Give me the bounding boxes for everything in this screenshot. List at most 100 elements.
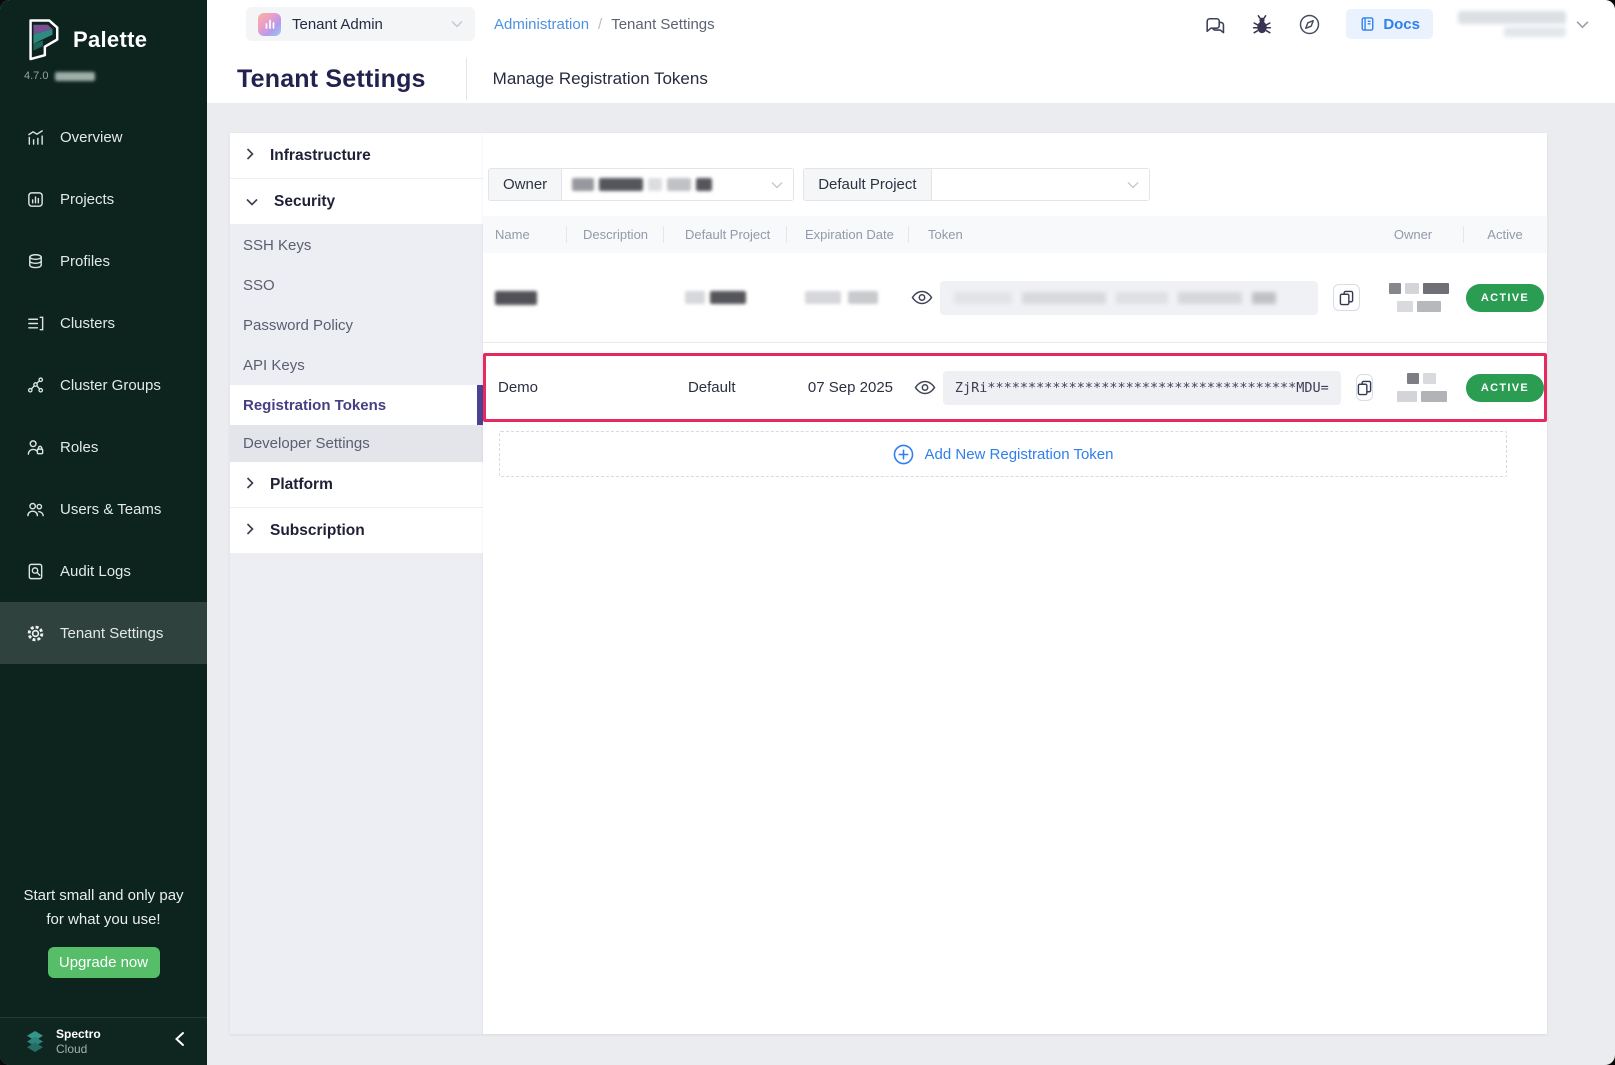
token-status-cell: ACTIVE [1463, 284, 1547, 312]
page-title: Tenant Settings [237, 65, 426, 94]
user-menu[interactable] [1458, 11, 1589, 37]
sidebar-item-audit-logs[interactable]: Audit Logs [0, 540, 207, 602]
upgrade-now-button[interactable]: Upgrade now [48, 947, 160, 978]
sidebar-item-label: Roles [60, 439, 98, 456]
token-masked-value: ZjRi************************************… [943, 371, 1341, 405]
palette-app-window: Palette 4.7.0 Overview Projects Profiles… [0, 0, 1615, 1065]
settings-item-sso[interactable]: SSO [230, 265, 483, 305]
settings-item-password-policy[interactable]: Password Policy [230, 305, 483, 345]
sidebar-item-label: Tenant Settings [60, 625, 163, 642]
add-registration-token-button[interactable]: Add New Registration Token [499, 431, 1507, 477]
chevron-right-icon [246, 147, 254, 165]
eye-icon [911, 289, 933, 306]
settings-section-label: Security [274, 193, 335, 211]
sidebar-item-label: Users & Teams [60, 501, 161, 518]
settings-nav: Infrastructure Security SSH Keys SSO Pas… [230, 133, 483, 1034]
explore-compass-button[interactable] [1298, 13, 1321, 36]
sidebar-item-projects[interactable]: Projects [0, 168, 207, 230]
feedback-chat-button[interactable] [1202, 14, 1226, 35]
settings-section-label: Infrastructure [270, 147, 371, 165]
sidebar-item-overview[interactable]: Overview [0, 106, 207, 168]
topbar-actions: Docs [1202, 0, 1589, 48]
projects-icon [26, 190, 45, 209]
column-header-active: Active [1463, 216, 1547, 253]
brand-logo-row: Palette [0, 0, 207, 62]
settings-section-label: Platform [270, 476, 333, 494]
breadcrumb-current: Tenant Settings [611, 16, 714, 33]
token-expiration-redacted [786, 291, 908, 304]
sidebar-item-cluster-groups[interactable]: Cluster Groups [0, 354, 207, 416]
breadcrumb-administration-link[interactable]: Administration [494, 16, 589, 33]
copy-token-button[interactable] [1333, 284, 1360, 311]
owner-filter-label: Owner [489, 169, 562, 200]
token-status-cell: ACTIVE [1466, 374, 1544, 402]
docs-book-icon [1359, 15, 1376, 33]
add-registration-token-label: Add New Registration Token [925, 446, 1114, 463]
sidebar-item-clusters[interactable]: Clusters [0, 292, 207, 354]
column-header-token: Token [908, 216, 1363, 253]
report-bug-button[interactable] [1251, 14, 1273, 35]
settings-item-api-keys[interactable]: API Keys [230, 345, 483, 385]
chevron-down-icon [1576, 20, 1589, 29]
settings-section-infrastructure[interactable]: Infrastructure [230, 133, 483, 179]
roles-icon [26, 438, 45, 457]
spectro-cloud-logo-icon [24, 1030, 46, 1053]
sidebar-item-users-teams[interactable]: Users & Teams [0, 478, 207, 540]
column-header-name: Name [483, 216, 566, 253]
settings-item-ssh-keys[interactable]: SSH Keys [230, 225, 483, 265]
chevron-down-icon [771, 176, 783, 194]
token-owner-redacted [1363, 283, 1463, 312]
token-owner-redacted [1366, 373, 1466, 402]
chevron-left-icon [174, 1031, 185, 1047]
sidebar-item-label: Cluster Groups [60, 377, 161, 394]
version-redacted [55, 72, 95, 81]
scope-selector-label: Tenant Admin [292, 16, 383, 33]
sidebar-item-tenant-settings[interactable]: Tenant Settings [0, 602, 207, 664]
column-header-default-project: Default Project [663, 216, 786, 253]
show-token-button[interactable] [911, 289, 933, 306]
token-project-redacted [663, 291, 786, 304]
promo-line2: for what you use! [0, 908, 207, 932]
tenant-settings-icon [26, 624, 45, 643]
sidebar-item-roles[interactable]: Roles [0, 416, 207, 478]
compass-icon [1298, 13, 1321, 36]
sidebar-item-label: Profiles [60, 253, 110, 270]
owner-filter-select[interactable] [562, 169, 793, 200]
clusters-icon [26, 314, 45, 333]
palette-logo-icon [22, 17, 62, 62]
registration-tokens-panel: Owner Default Project Name Descript [483, 133, 1547, 1034]
footer-brand-top: Spectro [56, 1027, 101, 1042]
docs-button-label: Docs [1383, 16, 1420, 33]
overview-icon [26, 128, 45, 147]
user-name-redacted [1458, 11, 1566, 37]
token-expiration-date: 07 Sep 2025 [789, 379, 911, 396]
sidebar-collapse-button[interactable] [174, 1031, 185, 1052]
scope-selector[interactable]: Tenant Admin [246, 7, 475, 41]
settings-item-developer-settings[interactable]: Developer Settings [230, 425, 483, 462]
sidebar-item-label: Audit Logs [60, 563, 131, 580]
chat-bubbles-icon [1202, 14, 1226, 35]
title-divider [466, 58, 467, 100]
settings-item-registration-tokens[interactable]: Registration Tokens [230, 385, 483, 425]
primary-sidebar: Palette 4.7.0 Overview Projects Profiles… [0, 0, 207, 1065]
token-row-redacted: ACTIVE [483, 253, 1547, 343]
show-token-button[interactable] [914, 379, 936, 396]
default-project-filter-select[interactable] [932, 169, 1149, 200]
settings-section-platform[interactable]: Platform [230, 462, 483, 508]
docs-button[interactable]: Docs [1346, 9, 1433, 39]
breadcrumb-separator: / [598, 16, 602, 33]
token-value-cell: ZjRi************************************… [911, 371, 1366, 405]
sidebar-footer: Spectro Cloud [0, 1017, 207, 1065]
chevron-down-icon [1127, 176, 1139, 194]
chevron-right-icon [246, 476, 254, 494]
settings-section-subscription[interactable]: Subscription [230, 508, 483, 554]
version-row: 4.7.0 [0, 70, 207, 82]
page-subtitle: Manage Registration Tokens [493, 69, 708, 89]
column-header-owner: Owner [1363, 216, 1463, 253]
eye-icon [914, 379, 936, 396]
version-label: 4.7.0 [24, 70, 48, 82]
sidebar-item-profiles[interactable]: Profiles [0, 230, 207, 292]
chevron-down-icon [451, 15, 463, 33]
owner-filter: Owner [488, 168, 794, 201]
settings-section-security[interactable]: Security [230, 179, 483, 225]
